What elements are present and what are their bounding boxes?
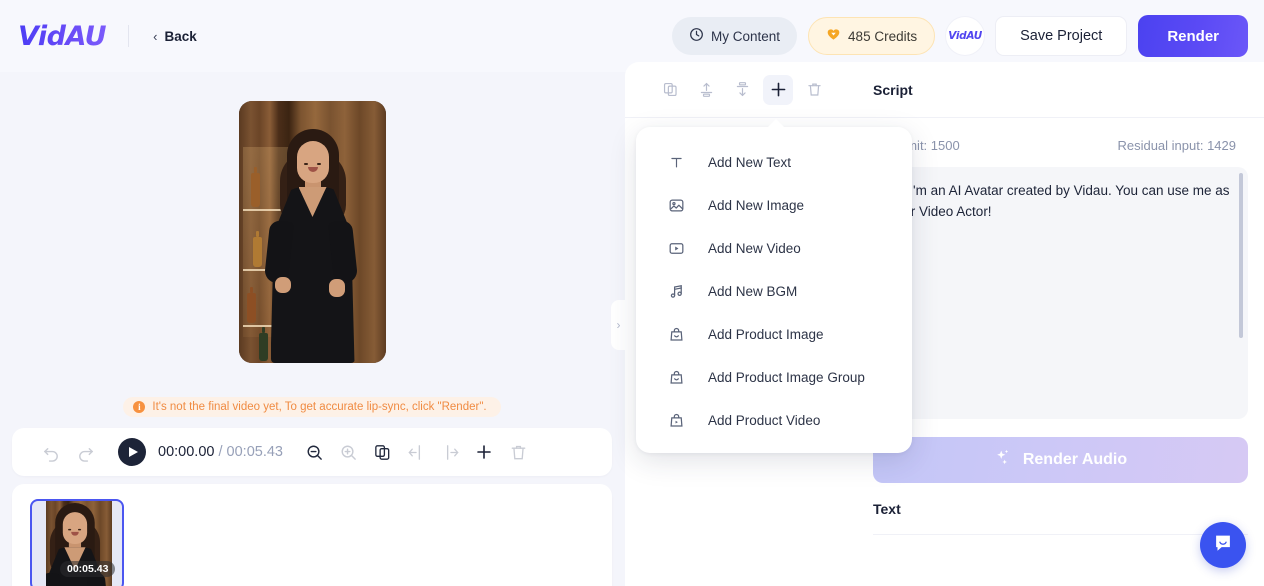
- lip-sync-warning-row: i It's not the final video yet, To get a…: [12, 392, 612, 422]
- delete-clip-icon[interactable]: [501, 435, 535, 469]
- script-textarea[interactable]: Hi, I'm an AI Avatar created by Vidau. Y…: [873, 167, 1248, 419]
- split-right-icon[interactable]: [433, 435, 467, 469]
- play-icon: [128, 447, 138, 457]
- video-icon: [667, 240, 685, 258]
- dropdown-label: Add Product Video: [708, 413, 821, 428]
- text-icon: [667, 154, 685, 172]
- delete-element-icon[interactable]: [799, 75, 829, 105]
- residual-input-label: Residual input: 1429: [1117, 138, 1236, 153]
- script-panel-title: Script: [859, 62, 1264, 118]
- player-controls: 00:00.00 / 00:05.43: [12, 428, 612, 476]
- timeline: 00:05.43: [12, 484, 612, 586]
- header-divider: [128, 25, 130, 47]
- total-time: 00:05.43: [226, 444, 283, 460]
- add-element-icon[interactable]: [763, 74, 793, 105]
- credits-label: 485 Credits: [848, 28, 918, 44]
- clock-icon: [689, 27, 704, 45]
- play-button[interactable]: [118, 438, 146, 466]
- dropdown-label: Add New Video: [708, 241, 801, 256]
- shopping-bag-play-icon: [667, 412, 685, 430]
- script-limits: Text limit: 1500 Residual input: 1429: [873, 138, 1248, 153]
- script-panel-body: Text limit: 1500 Residual input: 1429 Hi…: [859, 118, 1264, 419]
- add-element-dropdown: Add New Text Add New Image Add New Video: [636, 119, 912, 453]
- clip-duration-badge: 00:05.43: [60, 561, 116, 577]
- render-audio-label: Render Audio: [1022, 451, 1128, 468]
- render-audio-button[interactable]: Render Audio: [873, 437, 1248, 483]
- heart-diamond-icon: [826, 27, 841, 45]
- current-time: 00:00.00: [158, 444, 215, 460]
- dropdown-item-add-product-image[interactable]: Add Product Image: [636, 313, 912, 356]
- dropdown-item-add-new-video[interactable]: Add New Video: [636, 227, 912, 270]
- bottle-3: [246, 287, 256, 323]
- dropdown-label: Add New BGM: [708, 284, 798, 299]
- bottle-2: [252, 231, 262, 267]
- copy-icon[interactable]: [655, 75, 685, 105]
- panel-collapse-handle[interactable]: ›: [611, 300, 626, 350]
- chat-support-button[interactable]: [1200, 522, 1246, 568]
- dropdown-label: Add Product Image Group: [708, 370, 865, 385]
- time-display: 00:00.00 / 00:05.43: [158, 444, 283, 460]
- script-panel: Script Text limit: 1500 Residual input: …: [859, 62, 1264, 586]
- dropdown-item-add-product-video[interactable]: Add Product Video: [636, 399, 912, 442]
- align-up-icon[interactable]: [691, 75, 721, 105]
- shopping-bag-icon: [667, 369, 685, 387]
- chat-bubble-icon: [1212, 532, 1234, 559]
- render-button[interactable]: Render: [1138, 15, 1248, 57]
- dropdown-label: Add New Text: [708, 155, 792, 170]
- chevron-right-icon: ›: [616, 318, 621, 332]
- editor-left-column: i It's not the final video yet, To get a…: [12, 72, 612, 586]
- split-left-icon[interactable]: [399, 435, 433, 469]
- my-content-button[interactable]: My Content: [672, 17, 798, 55]
- script-scrollbar[interactable]: [1239, 173, 1243, 338]
- duplicate-icon[interactable]: [365, 435, 399, 469]
- dropdown-label: Add Product Image: [708, 327, 824, 342]
- time-separator: /: [218, 444, 223, 460]
- bottle-1: [250, 167, 260, 207]
- add-clip-icon[interactable]: [467, 435, 501, 469]
- back-label: Back: [164, 28, 197, 44]
- lip-sync-warning: i It's not the final video yet, To get a…: [123, 397, 501, 417]
- my-content-label: My Content: [711, 28, 781, 44]
- lip-sync-warning-text: It's not the final video yet, To get acc…: [152, 401, 487, 413]
- shopping-bag-icon: [667, 326, 685, 344]
- image-icon: [667, 197, 685, 215]
- dropdown-item-add-product-image-group[interactable]: Add Product Image Group: [636, 356, 912, 399]
- layers-toolbar: [625, 62, 859, 118]
- vidau-avatar-badge[interactable]: VidAU: [946, 17, 985, 55]
- vidau-logo: VidAU: [18, 20, 107, 52]
- sparkle-icon: [994, 448, 1013, 472]
- timeline-clip[interactable]: 00:05.43: [30, 499, 124, 586]
- dropdown-item-add-new-text[interactable]: Add New Text: [636, 141, 912, 184]
- video-frame[interactable]: [238, 101, 386, 363]
- music-note-icon: [667, 283, 685, 301]
- text-section-header[interactable]: Text: [873, 483, 1248, 535]
- video-preview: [12, 72, 612, 392]
- save-project-button[interactable]: Save Project: [995, 16, 1128, 56]
- undo-icon[interactable]: [34, 435, 68, 469]
- zoom-out-icon[interactable]: [297, 435, 331, 469]
- script-text: Hi, I'm an AI Avatar created by Vidau. Y…: [889, 183, 1230, 219]
- dropdown-item-add-new-bgm[interactable]: Add New BGM: [636, 270, 912, 313]
- credits-button[interactable]: 485 Credits: [808, 17, 936, 55]
- info-icon: i: [133, 401, 146, 413]
- app-root: VidAU ‹ Back My Content 485 Credits VidA…: [0, 0, 1264, 586]
- dropdown-item-add-new-image[interactable]: Add New Image: [636, 184, 912, 227]
- align-down-icon[interactable]: [727, 75, 757, 105]
- redo-icon[interactable]: [68, 435, 102, 469]
- chevron-left-icon: ‹: [153, 28, 158, 44]
- avatar-person: [263, 129, 359, 363]
- back-button[interactable]: ‹ Back: [147, 25, 203, 48]
- zoom-in-icon[interactable]: [331, 435, 365, 469]
- dropdown-label: Add New Image: [708, 198, 805, 213]
